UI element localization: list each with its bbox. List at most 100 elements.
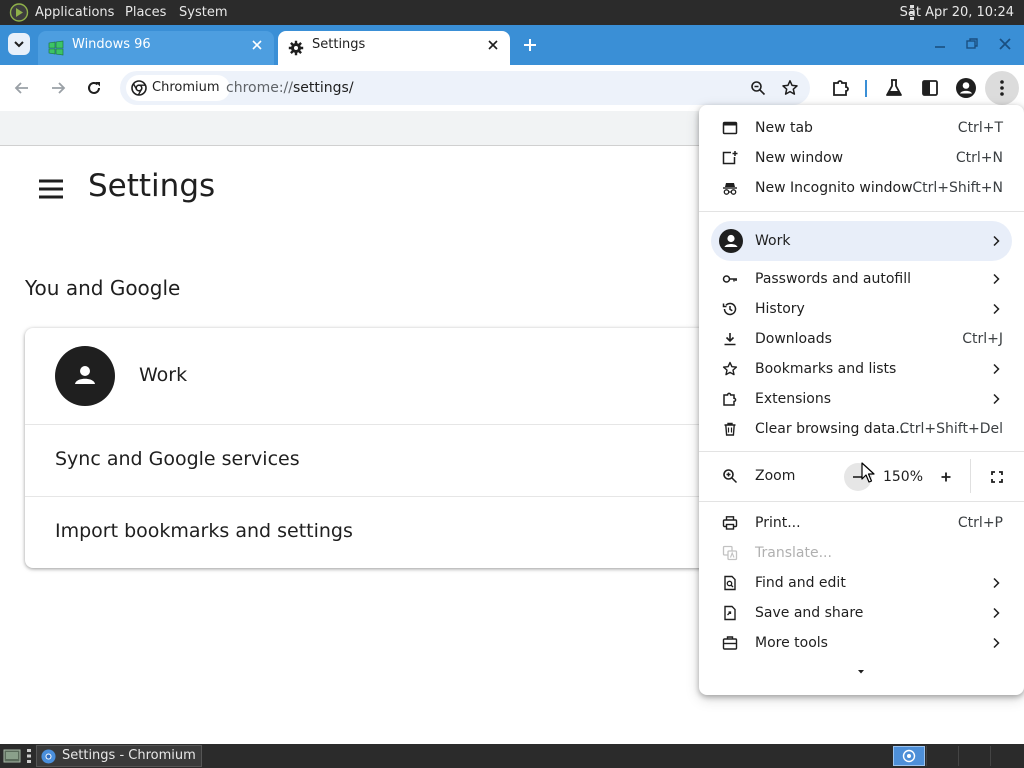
menu-label: Downloads bbox=[755, 331, 832, 347]
extensions-puzzle-icon[interactable] bbox=[830, 77, 852, 99]
zoom-magnifier-icon[interactable] bbox=[750, 80, 766, 96]
menu-label: History bbox=[755, 301, 805, 317]
side-panel-icon[interactable] bbox=[919, 77, 941, 99]
chevron-right-icon bbox=[993, 273, 1000, 285]
menu-separator bbox=[699, 211, 1024, 212]
omnibox[interactable]: Chromium chrome://settings/ bbox=[120, 71, 810, 105]
menu-shortcut: Ctrl+T bbox=[957, 120, 1003, 136]
menu-label: Work bbox=[755, 233, 791, 249]
chevron-right-icon bbox=[993, 577, 1000, 589]
zoom-in-button[interactable] bbox=[932, 463, 960, 491]
profile-name[interactable]: Work bbox=[139, 364, 187, 386]
menu-label: Bookmarks and lists bbox=[755, 361, 897, 377]
plus-icon bbox=[941, 472, 951, 482]
forward-arrow-icon[interactable] bbox=[47, 77, 69, 99]
menu-shortcut: Ctrl+N bbox=[955, 150, 1003, 166]
sync-label: Sync and Google services bbox=[55, 448, 300, 470]
tab-settings[interactable]: Settings bbox=[278, 31, 510, 65]
site-chip-label: Chromium bbox=[152, 80, 220, 95]
workspace-window-icon bbox=[902, 749, 916, 763]
minimize-icon[interactable] bbox=[932, 36, 948, 52]
menu-item-save-share[interactable]: Save and share bbox=[699, 598, 1024, 628]
menu-item-history[interactable]: History bbox=[699, 294, 1024, 324]
close-icon[interactable] bbox=[486, 38, 500, 52]
download-icon bbox=[724, 333, 736, 346]
gear-icon bbox=[288, 40, 304, 56]
import-label: Import bookmarks and settings bbox=[55, 520, 353, 542]
menu-item-bookmarks[interactable]: Bookmarks and lists bbox=[699, 354, 1024, 384]
menu-system[interactable]: System bbox=[179, 0, 227, 25]
windows96-favicon-icon bbox=[48, 40, 64, 56]
restore-icon[interactable] bbox=[964, 36, 980, 52]
scroll-down-caret-icon[interactable] bbox=[856, 669, 866, 675]
menu-shortcut: Ctrl+P bbox=[957, 515, 1003, 531]
save-share-icon bbox=[724, 605, 736, 621]
zoom-magnifier-icon bbox=[723, 469, 738, 484]
url-path: settings/ bbox=[293, 80, 354, 96]
workspace-4[interactable] bbox=[990, 746, 1022, 766]
menu-label: More tools bbox=[755, 635, 828, 651]
workspace-3[interactable] bbox=[958, 746, 990, 766]
import-row[interactable]: Import bookmarks and settings bbox=[25, 496, 765, 568]
section-title: You and Google bbox=[25, 276, 181, 300]
bookmark-star-icon[interactable] bbox=[781, 79, 799, 97]
you-and-google-card: Work Sync and Google services Import boo… bbox=[25, 328, 765, 568]
key-icon bbox=[722, 275, 737, 283]
hamburger-menu-icon[interactable] bbox=[38, 178, 64, 200]
menu-item-profile[interactable]: Work bbox=[711, 221, 1012, 261]
menu-item-extensions[interactable]: Extensions bbox=[699, 384, 1024, 414]
menu-label: Clear browsing data... bbox=[755, 421, 909, 437]
menu-separator bbox=[699, 451, 1024, 452]
menu-item-print[interactable]: Print... Ctrl+P bbox=[699, 508, 1024, 538]
profile-icon[interactable] bbox=[955, 77, 977, 99]
new-tab-plus-icon[interactable] bbox=[520, 35, 540, 55]
workspace-1[interactable] bbox=[893, 746, 925, 766]
close-icon[interactable] bbox=[250, 38, 264, 52]
profile-avatar-icon bbox=[719, 229, 743, 253]
fullscreen-icon[interactable] bbox=[989, 469, 1005, 485]
back-arrow-icon[interactable] bbox=[11, 77, 33, 99]
menu-item-new-incognito[interactable]: New Incognito window Ctrl+Shift+N bbox=[699, 173, 1024, 203]
chevron-right-icon bbox=[993, 607, 1000, 619]
show-desktop-icon[interactable] bbox=[3, 748, 21, 764]
menu-label: New window bbox=[755, 150, 844, 166]
menu-label: Translate... bbox=[755, 545, 832, 561]
zoom-level: 150% bbox=[882, 469, 924, 485]
menu-item-passwords[interactable]: Passwords and autofill bbox=[699, 264, 1024, 294]
url-text[interactable]: chrome://settings/ bbox=[226, 71, 354, 105]
site-chip[interactable]: Chromium bbox=[126, 75, 230, 101]
toolbar-divider bbox=[865, 80, 867, 97]
menu-item-find-edit[interactable]: Find and edit bbox=[699, 568, 1024, 598]
clock[interactable]: Sat Apr 20, 10:24 bbox=[900, 0, 1014, 25]
menu-places[interactable]: Places bbox=[125, 0, 166, 25]
menu-item-new-window[interactable]: New window Ctrl+N bbox=[699, 143, 1024, 173]
translate-icon bbox=[722, 545, 738, 561]
workspace-2[interactable] bbox=[926, 746, 958, 766]
tab-windows-96[interactable]: Windows 96 bbox=[38, 31, 274, 65]
person-icon bbox=[75, 366, 95, 384]
menu-item-new-tab[interactable]: New tab Ctrl+T bbox=[699, 113, 1024, 143]
trash-icon bbox=[724, 422, 736, 436]
tab-search-button[interactable] bbox=[8, 33, 30, 55]
menu-button[interactable] bbox=[985, 71, 1019, 105]
sync-row[interactable]: Sync and Google services bbox=[25, 424, 765, 496]
tab-title: Windows 96 bbox=[72, 37, 151, 52]
menu-shortcut: Ctrl+Shift+N bbox=[912, 180, 1003, 196]
menu-item-clear-data[interactable]: Clear browsing data... Ctrl+Shift+Del bbox=[699, 414, 1024, 444]
chevron-down-icon bbox=[14, 41, 24, 48]
reload-icon[interactable] bbox=[83, 77, 105, 99]
window-close-icon[interactable] bbox=[997, 36, 1013, 52]
taskbar-window-chromium[interactable]: Settings - Chromium bbox=[36, 745, 202, 767]
bottom-taskbar: Settings - Chromium bbox=[0, 744, 1024, 768]
menu-item-downloads[interactable]: Downloads Ctrl+J bbox=[699, 324, 1024, 354]
taskbar-window-label: Settings - Chromium bbox=[62, 748, 196, 763]
labs-flask-icon[interactable] bbox=[883, 77, 905, 99]
top-panel: Applications Places System Sat Apr 20, 1… bbox=[0, 0, 1024, 25]
menu-label: Find and edit bbox=[755, 575, 846, 591]
print-icon bbox=[722, 516, 738, 530]
history-icon bbox=[722, 302, 737, 316]
menu-item-more-tools[interactable]: More tools bbox=[699, 628, 1024, 658]
chromium-logo-icon bbox=[41, 749, 56, 764]
distro-logo-icon[interactable] bbox=[9, 3, 29, 22]
menu-applications[interactable]: Applications bbox=[35, 0, 114, 25]
